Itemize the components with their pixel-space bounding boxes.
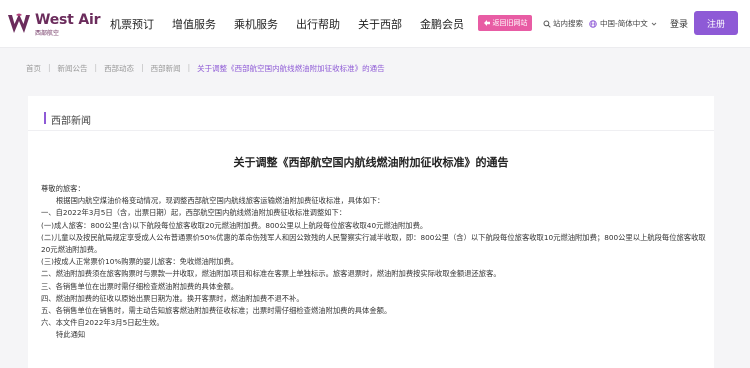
article-paragraph: (一)成人旅客：800公里(含)以下航段每位旅客收取20元燃油附加费。800公里… <box>41 220 428 230</box>
article-paragraph: (二)儿童以及按民航局规定享受成人公布普通票价50%优惠的革命伤残军人和因公致残… <box>41 232 706 255</box>
news-panel: 西部新闻 关于调整《西部航空国内航线燃油附加征收标准》的通告 尊敬的旅客： 根据… <box>28 96 714 368</box>
nav-about-west[interactable]: 关于西部 <box>358 16 402 32</box>
article-closing: 特此通知 <box>56 330 86 340</box>
breadcrumb-news-announcements[interactable]: 新闻公告 <box>58 63 88 74</box>
article-paragraph: 五、各销售单位在销售时，需主动告知旅客燃油附加费征收标准；出票时需仔细检查燃油附… <box>41 306 392 316</box>
search-icon <box>543 20 551 28</box>
panel-header: 西部新闻 <box>28 96 714 131</box>
west-air-logo[interactable]: West Air 西部航空 <box>6 11 100 37</box>
article-paragraph: 六、本文件自2022年3月5日起生效。 <box>41 318 164 328</box>
main-nav: 机票预订 增值服务 乘机服务 出行帮助 关于西部 金鹏会员 <box>110 16 482 32</box>
article-paragraph: 一、自2022年3月5日（含，出票日期）起，西部航空国内航线燃油附加费征收标准调… <box>41 208 347 218</box>
register-label: 注册 <box>706 19 725 30</box>
nav-passenger-services[interactable]: 乘机服务 <box>234 16 278 32</box>
article-greeting: 尊敬的旅客： <box>41 184 85 193</box>
panel-heading: 西部新闻 <box>51 116 91 127</box>
article-paragraph: 根据国内航空煤油价格变动情况，现调整西部航空国内航线旅客运输燃油附加费征收标准，… <box>56 196 385 206</box>
west-air-logo-icon <box>8 13 30 33</box>
brand-subtitle: 西部航空 <box>35 30 60 37</box>
brand-name: West Air <box>35 12 101 28</box>
return-old-site-button[interactable]: 返回旧网站 <box>478 15 532 31</box>
login-link[interactable]: 登录 <box>670 17 688 30</box>
site-search[interactable]: 站内搜索 <box>543 18 583 29</box>
article-body: 尊敬的旅客： 根据国内航空煤油价格变动情况，现调整西部航空国内航线旅客运输燃油附… <box>41 183 707 342</box>
breadcrumb-home[interactable]: 首页 <box>26 63 41 74</box>
return-old-site-label: 返回旧网站 <box>492 19 528 27</box>
nav-travel-help[interactable]: 出行帮助 <box>296 16 340 32</box>
breadcrumb-separator: | <box>48 63 51 72</box>
article-title: 关于调整《西部航空国内航线燃油附加征收标准》的通告 <box>233 156 509 169</box>
top-header: West Air 西部航空 机票预订 增值服务 乘机服务 出行帮助 关于西部 金… <box>0 0 750 48</box>
site-search-label: 站内搜索 <box>553 19 583 28</box>
breadcrumb-separator: | <box>141 63 144 72</box>
article-paragraph: (三)按成人正常票价10%购票的婴儿旅客：免收燃油附加费。 <box>41 257 239 267</box>
language-selector[interactable]: 中国-简体中文 <box>589 18 657 29</box>
nav-value-added-services[interactable]: 增值服务 <box>172 16 216 32</box>
breadcrumb-current-article: 关于调整《西部航空国内航线燃油附加征收标准》的通告 <box>197 64 385 73</box>
chevron-down-icon <box>651 22 657 26</box>
globe-icon <box>589 19 597 28</box>
language-label: 中国-简体中文 <box>600 19 648 28</box>
article-paragraph: 三、各销售单位在出票时需仔细检查燃油附加费的具体金额。 <box>41 281 239 291</box>
article-paragraph: 四、燃油附加费的征收以原始出票日期为准。换开客票时，燃油附加费不退不补。 <box>41 293 304 303</box>
register-button[interactable]: 注册 <box>694 11 738 35</box>
return-icon <box>483 20 490 26</box>
breadcrumb-west-dynamics[interactable]: 西部动态 <box>104 63 134 74</box>
breadcrumb: 首页 | 新闻公告 | 西部动态 | 西部新闻 | 关于调整《西部航空国内航线燃… <box>26 63 385 74</box>
article-paragraph: 二、燃油附加费须在旅客购票时与票款一并收取，燃油附加项目和标准在客票上单独标示。… <box>41 269 501 279</box>
nav-ticket-booking[interactable]: 机票预订 <box>110 16 154 32</box>
nav-golden-panda-member[interactable]: 金鹏会员 <box>420 16 464 32</box>
breadcrumb-separator: | <box>94 63 98 72</box>
breadcrumb-west-news[interactable]: 西部新闻 <box>151 63 181 74</box>
breadcrumb-separator: | <box>187 63 191 72</box>
panel-accent-bar <box>44 112 46 124</box>
